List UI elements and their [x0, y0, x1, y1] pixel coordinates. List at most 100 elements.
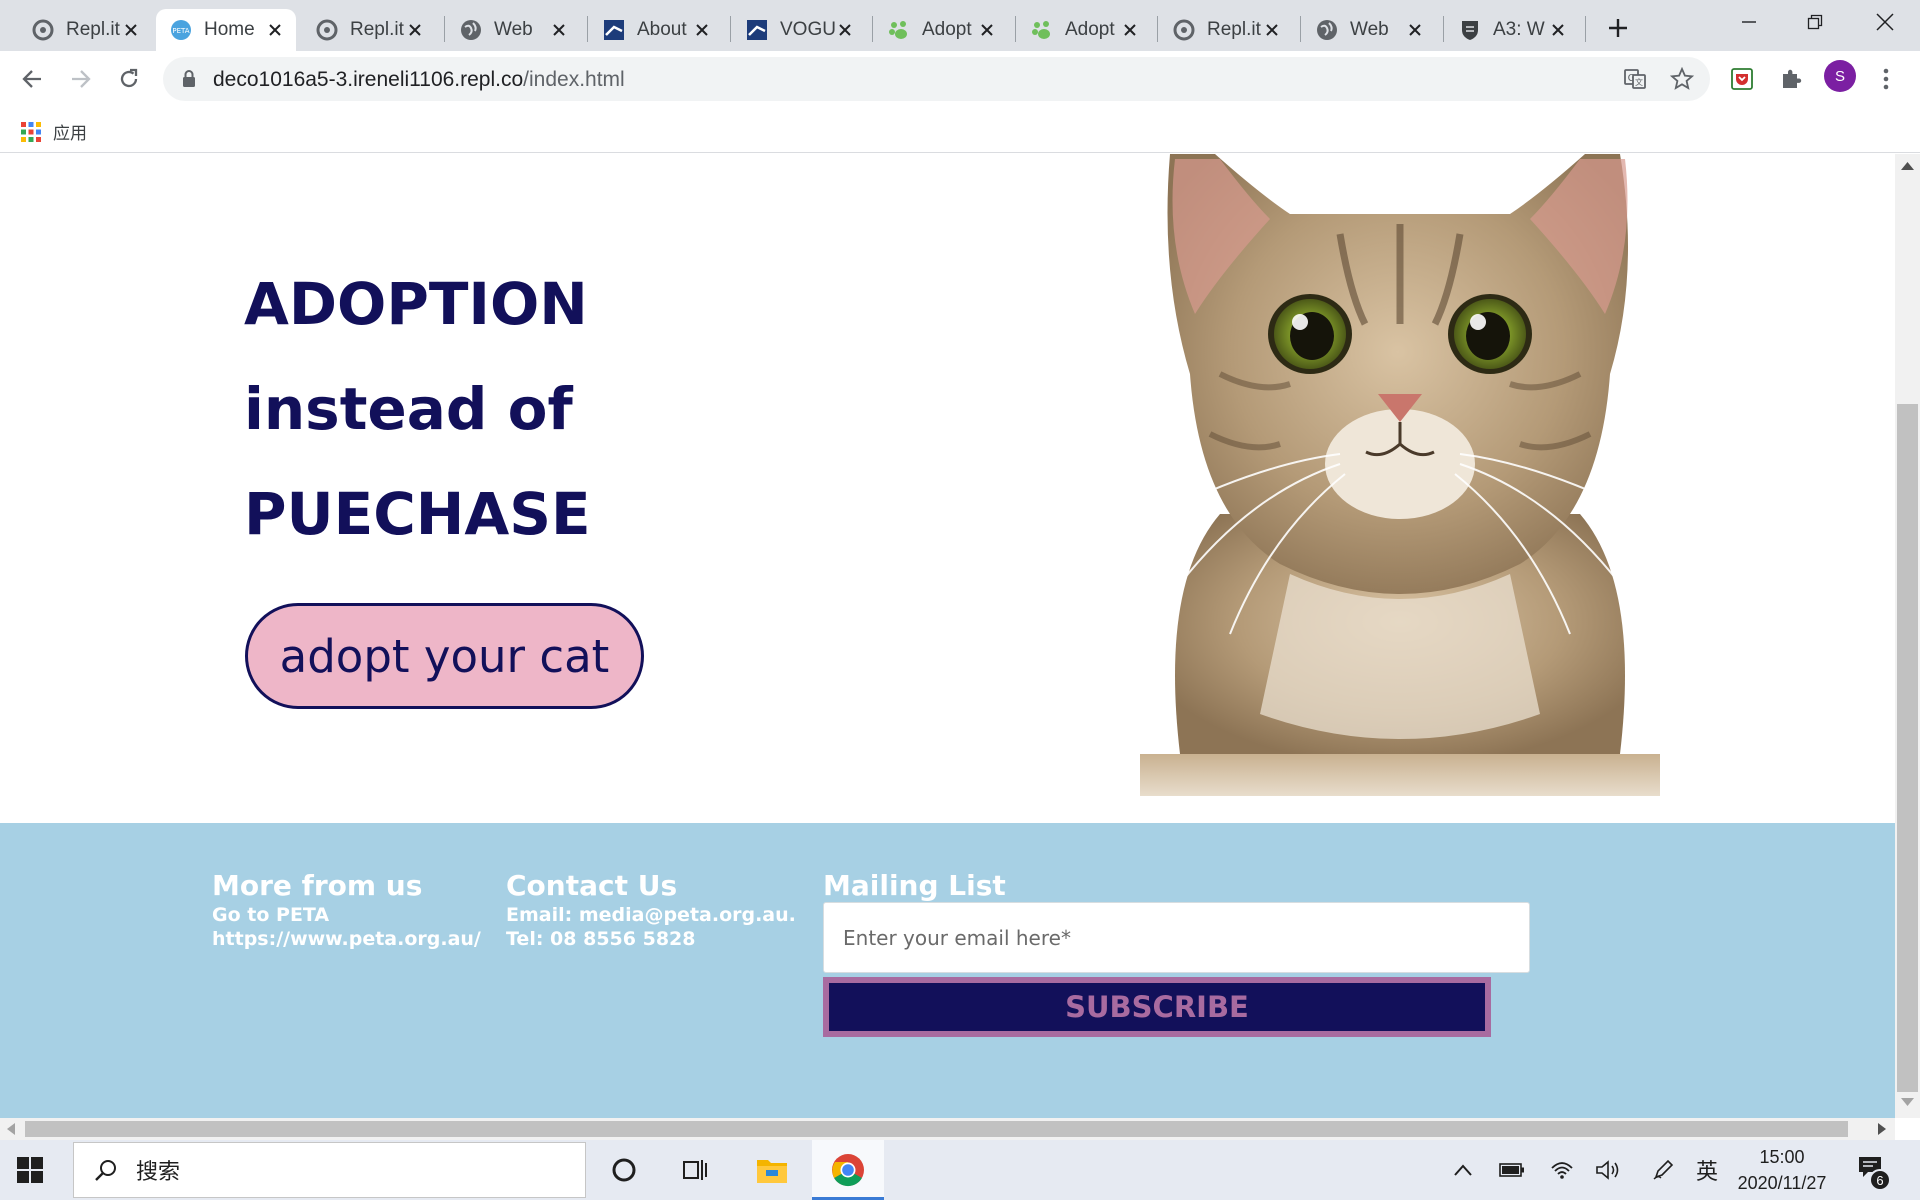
restore-button[interactable] [1782, 0, 1848, 44]
page-viewport: ADOPTION instead of PUECHASE adopt your … [0, 154, 1895, 1118]
bookmark-star-icon[interactable] [1668, 65, 1696, 93]
apps-shortcut[interactable]: 应用 [21, 119, 87, 144]
tab-web-1[interactable]: Web [446, 9, 580, 51]
tab-adopt-1[interactable]: Adopt [874, 9, 1008, 51]
taskbar-clock[interactable]: 15:00 2020/11/27 [1726, 1144, 1838, 1196]
tab-separator [1585, 16, 1586, 42]
close-icon[interactable] [1404, 19, 1426, 41]
tab-vogue[interactable]: VOGUE [732, 9, 866, 51]
tab-about[interactable]: About [589, 9, 723, 51]
tab-strip: Repl.it PETA Home Repl.it Web About VOGU… [0, 0, 1920, 51]
tab-separator [1300, 16, 1301, 42]
search-icon [95, 1160, 116, 1181]
menu-dots-icon[interactable] [1870, 63, 1902, 95]
replit-icon [32, 19, 54, 41]
close-icon[interactable] [404, 19, 426, 41]
bookmarks-bar: 应用 [0, 107, 1920, 153]
tab-title: Adopt [1065, 19, 1115, 40]
plus-icon [1609, 19, 1627, 37]
wifi-icon[interactable] [1547, 1156, 1577, 1184]
tab-replit-2[interactable]: Repl.it [302, 9, 436, 51]
ime-indicator[interactable]: 英 [1696, 1154, 1718, 1186]
close-icon[interactable] [548, 19, 570, 41]
close-icon[interactable] [264, 19, 286, 41]
tab-title: Repl.it [66, 19, 120, 40]
start-button[interactable] [15, 1155, 45, 1190]
paw-icon [1031, 19, 1053, 41]
vertical-scrollbar[interactable] [1895, 154, 1920, 1118]
footer-mailing-section: Mailing List [823, 869, 1006, 903]
minimize-button[interactable] [1716, 0, 1782, 44]
tab-adopt-2[interactable]: Adopt [1017, 9, 1151, 51]
task-view-icon[interactable] [675, 1150, 715, 1190]
taskbar-search[interactable]: 搜索 [73, 1142, 586, 1198]
scroll-left-arrow-icon[interactable] [7, 1123, 15, 1135]
translate-icon[interactable]: G文 [1621, 65, 1649, 93]
tab-separator [1443, 16, 1444, 42]
close-icon[interactable] [834, 19, 856, 41]
chrome-icon[interactable] [828, 1150, 868, 1190]
hero-line-1: ADOPTION [244, 270, 588, 338]
footer-more-section: More from us Go to PETA https://www.peta… [212, 869, 481, 951]
pocket-extension-icon[interactable] [1726, 63, 1758, 95]
back-button[interactable] [14, 61, 50, 97]
url-host: deco1016a5-3.ireneli1106.repl.co [213, 68, 524, 91]
scroll-up-arrow-icon[interactable] [1901, 162, 1914, 170]
extensions-puzzle-icon[interactable] [1775, 63, 1807, 95]
apps-label: 应用 [53, 124, 87, 143]
horizontal-scroll-thumb[interactable] [25, 1121, 1848, 1137]
footer-email[interactable]: Email: media@peta.org.au. [506, 903, 796, 927]
tab-a3[interactable]: A3: W [1445, 9, 1579, 51]
windows-taskbar: 搜索 英 15:00 2020/11/27 6 [0, 1140, 1920, 1200]
reload-button[interactable] [111, 61, 147, 97]
email-input[interactable]: Enter your email here* [823, 902, 1530, 973]
close-icon[interactable] [120, 19, 142, 41]
search-label: 搜索 [136, 1159, 181, 1184]
tab-web-2[interactable]: Web [1302, 9, 1436, 51]
scroll-right-arrow-icon[interactable] [1878, 1123, 1886, 1135]
scroll-down-arrow-icon[interactable] [1901, 1098, 1914, 1106]
close-icon[interactable] [1261, 19, 1283, 41]
window-close-button[interactable] [1852, 0, 1918, 44]
address-bar[interactable]: deco1016a5-3.ireneli1106.repl.co/index.h… [163, 57, 1710, 101]
close-icon[interactable] [1119, 19, 1141, 41]
cortana-icon[interactable] [604, 1150, 644, 1190]
close-icon[interactable] [976, 19, 998, 41]
adopt-your-cat-button[interactable]: adopt your cat [245, 603, 644, 709]
clock-date: 2020/11/27 [1737, 1173, 1827, 1193]
url-text: deco1016a5-3.ireneli1106.repl.co/index.h… [213, 68, 625, 92]
footer-contact-section: Contact Us Email: media@peta.org.au. Tel… [506, 869, 796, 951]
lock-icon [181, 69, 197, 94]
paw-icon [888, 19, 910, 41]
battery-icon[interactable] [1497, 1156, 1527, 1184]
file-explorer-icon[interactable] [752, 1150, 792, 1190]
close-icon[interactable] [691, 19, 713, 41]
notification-count-badge: 6 [1869, 1169, 1891, 1191]
flag-icon [603, 19, 625, 41]
forward-arrow-icon [72, 70, 91, 88]
peta-icon: PETA [170, 19, 192, 41]
new-tab-button[interactable] [1601, 11, 1635, 45]
tab-home-active[interactable]: PETA Home [156, 9, 296, 51]
tab-title: Repl.it [350, 19, 404, 40]
horizontal-scrollbar[interactable] [0, 1118, 1895, 1140]
tab-separator [1157, 16, 1158, 42]
profile-avatar[interactable]: S [1824, 60, 1856, 92]
footer-peta-link[interactable]: https://www.peta.org.au/ [212, 927, 481, 951]
tab-replit-1[interactable]: Repl.it [18, 9, 152, 51]
forward-button[interactable] [63, 61, 99, 97]
close-icon[interactable] [1547, 19, 1569, 41]
volume-icon[interactable] [1593, 1156, 1623, 1184]
subscribe-button[interactable]: SUBSCRIBE [823, 977, 1491, 1037]
footer-phone: Tel: 08 8556 5828 [506, 928, 696, 950]
pen-icon[interactable] [1648, 1156, 1678, 1184]
tab-replit-3[interactable]: Repl.it [1159, 9, 1293, 51]
tab-title: About [637, 19, 687, 40]
tab-title: Web [494, 19, 533, 40]
tab-separator [730, 16, 731, 42]
tray-overflow-chevron-icon[interactable] [1448, 1156, 1478, 1184]
browser-toolbar: deco1016a5-3.ireneli1106.repl.co/index.h… [0, 51, 1920, 107]
vertical-scroll-thumb[interactable] [1897, 404, 1918, 1092]
crest-icon [1459, 19, 1481, 41]
globe-icon [1316, 19, 1338, 41]
